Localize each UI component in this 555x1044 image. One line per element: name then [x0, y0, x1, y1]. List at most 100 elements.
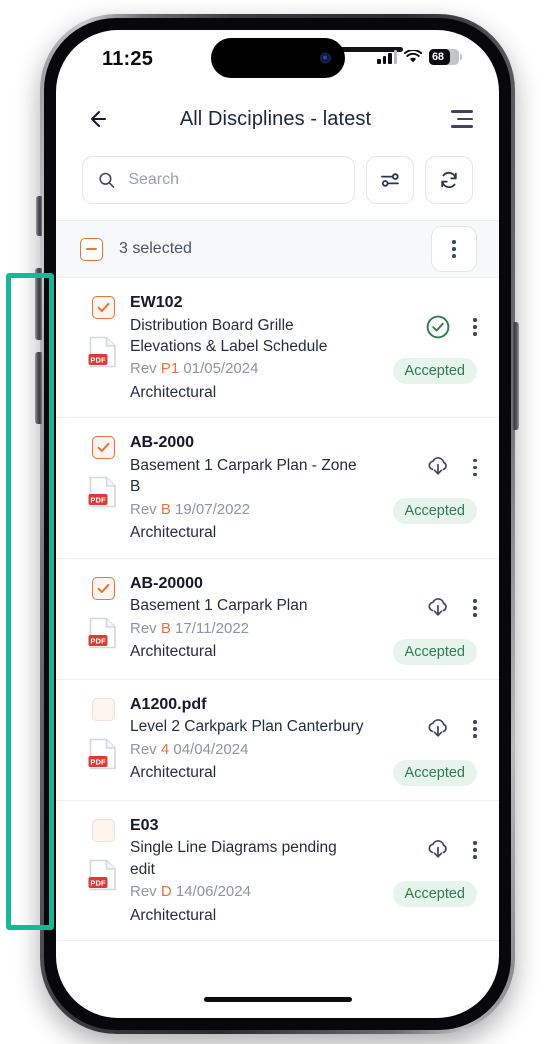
cloud-download-icon[interactable] [425, 837, 451, 863]
rev-date: 04/04/2024 [173, 740, 249, 758]
app-header: All Disciplines - latest [56, 92, 499, 146]
refresh-sync-icon [441, 171, 457, 189]
status-badge: Accepted [392, 880, 477, 907]
rev-date: 14/06/2024 [175, 883, 251, 901]
status-bar-time: 11:25 [102, 48, 154, 70]
document-revision: Rev 4 04/04/2024 [130, 740, 365, 761]
row-action-icons [425, 716, 477, 742]
document-code: AB-20000 [130, 574, 203, 592]
document-revision: Rev D 14/06/2024 [130, 882, 365, 903]
table-row[interactable]: PDF E03 Single Line Diagrams pending edit R… [56, 800, 499, 942]
filter-sliders-icon [381, 173, 399, 187]
battery-icon: 68 [429, 49, 462, 65]
row-action-icons [425, 454, 477, 480]
search-box[interactable] [82, 156, 355, 204]
row-trailing-column: Accepted [365, 432, 477, 525]
kebab-menu-icon [452, 240, 456, 258]
checkmark-icon [97, 302, 109, 312]
home-indicator [203, 996, 352, 1002]
rev-label: Rev [130, 360, 157, 378]
kebab-menu-icon[interactable] [473, 599, 477, 617]
rev-label: Rev [130, 740, 157, 758]
row-action-icons [425, 314, 477, 340]
cloud-download-icon[interactable] [425, 595, 451, 621]
status-bar: 11:25 68 [56, 30, 499, 92]
checkmark-icon [97, 583, 109, 593]
table-row[interactable]: PDF EW102 Distribution Board Grille Elevat… [56, 278, 499, 419]
search-icon [99, 172, 115, 188]
row-trailing-column: Accepted [365, 694, 477, 786]
check-circle-icon[interactable] [425, 314, 451, 340]
table-row[interactable]: PDF A1200.pdf Level 2 Carkpark Plan Canter… [56, 679, 499, 801]
search-row [56, 146, 499, 220]
rev-value: B [160, 500, 171, 518]
dynamic-island [210, 38, 345, 78]
search-input[interactable] [126, 170, 339, 190]
row-details: AB-2000 Basement 1 Carpark Plan - Zone B R… [126, 432, 365, 543]
svg-text:PDF: PDF [90, 355, 106, 364]
kebab-menu-icon[interactable] [473, 841, 477, 859]
svg-text:PDF: PDF [90, 636, 106, 645]
table-row[interactable]: PDF AB-20000 Basement 1 Carpark Plan Rev B … [56, 558, 499, 680]
volume-up-button[interactable] [35, 268, 42, 340]
wifi-icon [404, 50, 422, 63]
row-details: AB-20000 Basement 1 Carpark Plan Rev B 17/… [126, 573, 365, 663]
file-type-icon: PDF [88, 475, 118, 509]
rev-value: 4 [160, 740, 170, 758]
refresh-button[interactable] [425, 156, 473, 204]
back-arrow-icon [91, 111, 106, 127]
status-badge: Accepted [392, 358, 477, 384]
file-type-icon: PDF [88, 335, 118, 369]
volume-down-button[interactable] [35, 352, 42, 424]
row-details: A1200.pdf Level 2 Carkpark Plan Canterbur… [126, 694, 365, 784]
row-details: EW102 Distribution Board Grille Elevation… [126, 292, 365, 403]
filter-button[interactable] [366, 156, 414, 204]
document-title: Basement 1 Carpark Plan - Zone B [130, 457, 357, 496]
document-revision: Rev B 19/07/2022 [130, 500, 365, 521]
row-checkbox[interactable] [91, 818, 115, 842]
row-action-icons [425, 837, 477, 863]
row-checkbox[interactable] [91, 697, 115, 721]
row-checkbox[interactable] [91, 436, 115, 460]
row-leading-column: PDF [80, 432, 126, 509]
row-checkbox[interactable] [91, 296, 115, 319]
rev-value: B [160, 619, 171, 637]
file-type-icon: PDF [88, 616, 118, 650]
pdf-file-icon: PDF [88, 336, 116, 368]
kebab-menu-icon[interactable] [473, 458, 477, 477]
status-badge: Accepted [392, 498, 477, 525]
kebab-menu-icon[interactable] [473, 318, 477, 336]
file-type-icon: PDF [88, 858, 118, 892]
selection-bar: 3 selected [56, 220, 499, 278]
select-all-checkbox[interactable] [80, 237, 103, 261]
file-type-icon: PDF [88, 737, 118, 771]
row-details: E03 Single Line Diagrams pending edit Rev … [126, 815, 365, 926]
row-checkbox[interactable] [91, 576, 115, 600]
row-action-icons [425, 595, 477, 621]
document-discipline: Architectural [130, 524, 217, 542]
status-badge: Accepted [392, 638, 477, 665]
document-code: AB-2000 [130, 434, 195, 452]
kebab-menu-icon[interactable] [473, 720, 477, 738]
power-button[interactable] [512, 322, 519, 430]
cloud-download-icon[interactable] [425, 454, 451, 480]
mute-switch-button[interactable] [36, 196, 42, 236]
phone-screen: 11:25 68 All Disciplines - latest Search… [56, 30, 499, 1018]
document-list[interactable]: PDF EW102 Distribution Board Grille Elevat… [56, 278, 499, 942]
rev-date: 19/07/2022 [175, 500, 251, 518]
selected-count-label: 3 selected [119, 240, 192, 257]
cloud-download-icon[interactable] [425, 716, 451, 742]
svg-text:PDF: PDF [90, 757, 106, 766]
hamburger-menu-icon[interactable] [443, 104, 473, 134]
rev-date: 17/11/2022 [175, 619, 250, 637]
selection-overflow-button[interactable] [431, 226, 477, 272]
rev-label: Rev [130, 500, 157, 518]
table-row[interactable]: PDF AB-2000 Basement 1 Carpark Plan - Zone… [56, 418, 499, 559]
document-revision: Rev P1 01/05/2024 [130, 359, 365, 380]
cellular-signal-icon [377, 50, 397, 64]
rev-date: 01/05/2024 [183, 360, 259, 378]
svg-text:PDF: PDF [90, 496, 106, 505]
rev-value: P1 [160, 360, 180, 378]
document-code: EW102 [130, 294, 183, 311]
status-badge: Accepted [392, 759, 477, 786]
